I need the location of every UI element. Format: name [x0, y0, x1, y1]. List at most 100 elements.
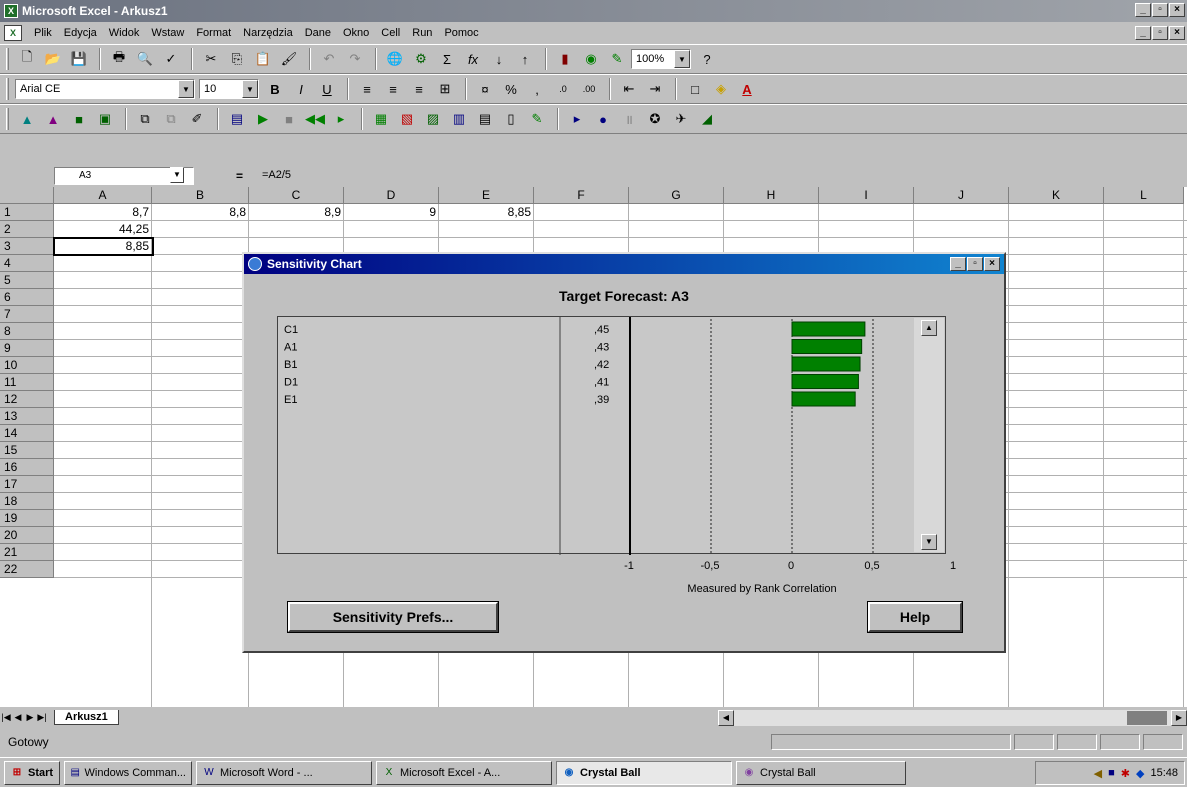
menu-pomoc[interactable]: Pomoc [438, 27, 484, 39]
new-icon[interactable]: 🗋 [15, 48, 39, 70]
row-header-15[interactable]: 15 [0, 442, 54, 459]
trend-chart-icon[interactable]: ▨ [421, 108, 445, 130]
comma-style-icon[interactable]: , [525, 78, 549, 100]
excel-app-icon[interactable]: X [4, 4, 18, 18]
doc-minimize-button[interactable]: _ [1135, 26, 1151, 40]
menu-dane[interactable]: Dane [299, 27, 337, 39]
chart-vertical-scrollbar[interactable]: ▲ ▼ [914, 318, 944, 552]
next-sheet-icon[interactable]: ▶ [24, 712, 36, 723]
decrease-decimal-icon[interactable]: .00 [577, 78, 601, 100]
column-header-g[interactable]: G [629, 187, 724, 204]
print-icon[interactable]: 🖶 [107, 48, 131, 70]
italic-icon[interactable]: I [289, 78, 313, 100]
horizontal-scrollbar[interactable]: ◀ ▶ [718, 710, 1187, 726]
task-crystal-ball[interactable]: ◉ Crystal Ball [736, 760, 906, 785]
row-header-18[interactable]: 18 [0, 493, 54, 510]
macro-play-icon[interactable]: ▸ [565, 108, 589, 130]
function-icon[interactable]: fx [461, 48, 485, 70]
row-header-14[interactable]: 14 [0, 425, 54, 442]
forecast-windows-icon[interactable]: ▦ [369, 108, 393, 130]
macro-pause-icon[interactable]: ॥ [617, 108, 641, 130]
reset-simulation-icon[interactable]: ◀◀ [303, 108, 327, 130]
row-header-20[interactable]: 20 [0, 527, 54, 544]
select-all-corner[interactable] [0, 187, 54, 204]
close-button[interactable]: × [1169, 3, 1185, 17]
workbook-icon[interactable]: X [4, 25, 22, 41]
row-header-2[interactable]: 2 [0, 221, 54, 238]
row-header-13[interactable]: 13 [0, 408, 54, 425]
cell-d1[interactable]: 9 [344, 204, 439, 221]
row-header-9[interactable]: 9 [0, 340, 54, 357]
web-toolbar-icon[interactable]: ⚙ [409, 48, 433, 70]
column-header-f[interactable]: F [534, 187, 629, 204]
hyperlink-icon[interactable]: 🌐 [383, 48, 407, 70]
stop-simulation-icon[interactable]: ■ [277, 108, 301, 130]
scroll-left-icon[interactable]: ◀ [718, 710, 734, 726]
menu-edycja[interactable]: Edycja [58, 27, 103, 39]
create-report-icon[interactable]: ▤ [473, 108, 497, 130]
formula-input[interactable]: =A2/5 [262, 169, 291, 181]
row-header-11[interactable]: 11 [0, 374, 54, 391]
align-left-icon[interactable]: ≡ [355, 78, 379, 100]
column-header-h[interactable]: H [724, 187, 819, 204]
overlay-chart-icon[interactable]: ▧ [395, 108, 419, 130]
network-icon[interactable]: ■ [1108, 767, 1115, 779]
cut-icon[interactable]: ✂ [199, 48, 223, 70]
cell-b1[interactable]: 8,8 [152, 204, 249, 221]
print-preview-icon[interactable]: 🔍 [133, 48, 157, 70]
chevron-down-icon[interactable]: ▼ [170, 167, 184, 183]
row-header-19[interactable]: 19 [0, 510, 54, 527]
menu-widok[interactable]: Widok [103, 27, 146, 39]
format-painter-icon[interactable]: 🖌 [277, 48, 301, 70]
doc-restore-button[interactable]: ▫ [1152, 26, 1168, 40]
tray-app-icon[interactable]: ✱ [1121, 767, 1130, 780]
sort-descending-icon[interactable]: ↑ [513, 48, 537, 70]
clock[interactable]: 15:48 [1150, 767, 1178, 779]
column-header-i[interactable]: I [819, 187, 914, 204]
wizard-icon[interactable]: ✪ [643, 108, 667, 130]
menu-wstaw[interactable]: Wstaw [145, 27, 190, 39]
task-crystal-ball-active[interactable]: ◉ Crystal Ball [556, 760, 732, 785]
sort-ascending-icon[interactable]: ↓ [487, 48, 511, 70]
chevron-down-icon[interactable]: ▼ [242, 80, 258, 98]
row-header-3[interactable]: 3 [0, 238, 54, 255]
save-icon[interactable]: 💾 [67, 48, 91, 70]
row-header-17[interactable]: 17 [0, 476, 54, 493]
scroll-right-icon[interactable]: ▶ [1171, 710, 1187, 726]
run-preferences-icon[interactable]: ▤ [225, 108, 249, 130]
menu-run[interactable]: Run [406, 27, 438, 39]
start-button[interactable]: ⊞ Start [4, 760, 60, 785]
merge-center-icon[interactable]: ⊞ [433, 78, 457, 100]
percent-icon[interactable]: % [499, 78, 523, 100]
task-microsoft-excel[interactable]: X Microsoft Excel - A... [376, 760, 552, 785]
doc-close-button[interactable]: × [1169, 26, 1185, 40]
tools-icon[interactable]: ✈ [669, 108, 693, 130]
task-microsoft-word[interactable]: W Microsoft Word - ... [196, 760, 372, 785]
scroll-up-icon[interactable]: ▲ [921, 320, 937, 336]
font-color-icon[interactable]: A [735, 78, 759, 100]
scroll-down-icon[interactable]: ▼ [921, 534, 937, 550]
menu-format[interactable]: Format [190, 27, 237, 39]
task-windows-commander[interactable]: ▤ Windows Comman... [64, 760, 192, 785]
row-header-16[interactable]: 16 [0, 459, 54, 476]
sheet-tab-arkusz1[interactable]: Arkusz1 [54, 709, 119, 725]
define-decision-icon[interactable]: ▲ [41, 108, 65, 130]
volume-icon[interactable]: ◀ [1094, 767, 1102, 780]
currency-icon[interactable]: ¤ [473, 78, 497, 100]
spelling-icon[interactable]: ✓ [159, 48, 183, 70]
maximize-button[interactable]: ▫ [1152, 3, 1168, 17]
chart-wizard-icon[interactable]: ▮ [553, 48, 577, 70]
crystal-ball-icon[interactable] [248, 257, 262, 271]
row-header-7[interactable]: 7 [0, 306, 54, 323]
cell-a1[interactable]: 8,7 [54, 204, 152, 221]
toolbar-grip[interactable] [6, 48, 9, 70]
column-header-j[interactable]: J [914, 187, 1009, 204]
sensitivity-prefs-button[interactable]: Sensitivity Prefs... [287, 601, 499, 633]
cell-e1[interactable]: 8,85 [439, 204, 534, 221]
column-header-b[interactable]: B [152, 187, 249, 204]
open-icon[interactable]: 📂 [41, 48, 65, 70]
zoom-combo[interactable]: 100% ▼ [631, 49, 691, 69]
chevron-down-icon[interactable]: ▼ [674, 50, 690, 68]
menu-cell[interactable]: Cell [375, 27, 406, 39]
clear-data-icon[interactable]: ✐ [185, 108, 209, 130]
